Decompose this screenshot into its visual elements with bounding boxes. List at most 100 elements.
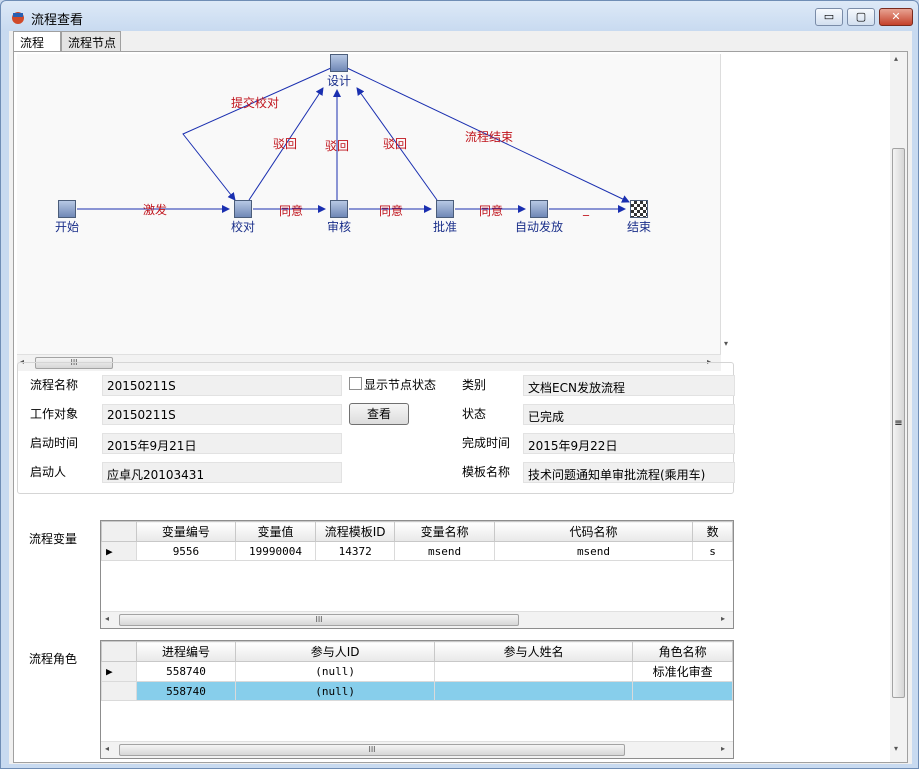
maximize-button[interactable]: ▢: [847, 8, 875, 26]
variables-label: 流程变量: [29, 532, 78, 546]
column-header[interactable]: 变量编号: [135, 521, 237, 542]
table-cell[interactable]: 14372: [314, 541, 396, 561]
scroll-left-arrow-icon[interactable]: ◂: [105, 614, 109, 623]
row-marker[interactable]: [101, 681, 137, 701]
tab-flow[interactable]: 流程: [13, 31, 61, 52]
node-start[interactable]: 开始: [37, 200, 97, 235]
title-bar[interactable]: 流程查看 ▭ ▢ ✕: [1, 1, 918, 31]
close-button[interactable]: ✕: [879, 8, 913, 26]
table-cell[interactable]: [433, 681, 634, 701]
variables-horizontal-scrollbar[interactable]: ◂ III ▸: [101, 611, 733, 628]
scroll-thumb[interactable]: III: [119, 744, 625, 756]
start-time-label: 启动时间: [30, 436, 79, 450]
flow-diagram: 开始 校对 设计 审核 批准 自动发放 结束 激发 同意 同意 同意 _ 提交校…: [17, 54, 721, 354]
state-label: 状态: [462, 407, 487, 421]
scroll-down-arrow-icon[interactable]: ▾: [894, 744, 898, 753]
show-status-checkbox[interactable]: [349, 377, 362, 390]
checkered-flag-icon: [630, 200, 648, 218]
app-icon: [12, 12, 24, 24]
node-review[interactable]: 审核: [309, 200, 369, 235]
table-cell[interactable]: (null): [235, 681, 435, 701]
scroll-right-arrow-icon[interactable]: ▸: [721, 744, 725, 753]
edge-label: 激发: [143, 203, 168, 217]
template-field[interactable]: 技术问题通知单审批流程(乘用车): [523, 462, 735, 483]
show-status-label[interactable]: 显示节点状态: [364, 376, 436, 393]
column-header[interactable]: 角色名称: [632, 641, 733, 662]
template-label: 模板名称: [462, 465, 511, 479]
scroll-thumb[interactable]: ≡: [892, 148, 905, 698]
roles-horizontal-scrollbar[interactable]: ◂ III ▸: [101, 741, 733, 758]
column-header[interactable]: 变量名称: [394, 521, 495, 542]
table-cell[interactable]: msend: [493, 541, 694, 561]
column-header[interactable]: 进程编号: [135, 641, 237, 662]
roles-label: 流程角色: [29, 652, 78, 666]
scroll-up-arrow-icon[interactable]: ▴: [894, 54, 898, 63]
row-marker[interactable]: ▶: [101, 541, 137, 561]
column-header[interactable]: 数: [692, 521, 733, 542]
row-header-corner: [101, 641, 137, 662]
row-header-corner: [101, 521, 137, 542]
document-icon: [530, 200, 548, 218]
node-label: 批准: [432, 220, 457, 234]
starter-field[interactable]: 应卓凡20103431: [102, 462, 342, 483]
node-check[interactable]: 校对: [213, 200, 273, 235]
edge-label: 同意: [479, 204, 504, 218]
minimize-button[interactable]: ▭: [815, 8, 843, 26]
roles-grid[interactable]: 进程编号 参与人ID 参与人姓名 角色名称 ▶ 558740 (null) 标准…: [100, 640, 734, 759]
table-cell[interactable]: 标准化审查: [632, 661, 733, 682]
scroll-thumb[interactable]: III: [119, 614, 519, 626]
start-time-field[interactable]: 2015年9月21日: [102, 433, 342, 454]
edge-label: 同意: [379, 204, 404, 218]
node-label: 自动发放: [514, 220, 563, 234]
node-approve[interactable]: 批准: [415, 200, 475, 235]
category-field[interactable]: 文档ECN发放流程: [523, 375, 735, 396]
edge-label: 提交校对: [231, 96, 280, 110]
category-label: 类别: [462, 378, 487, 392]
view-button[interactable]: 查看: [349, 403, 409, 425]
edge-label: 驳回: [273, 137, 298, 151]
node-design[interactable]: 设计: [309, 54, 369, 89]
table-row[interactable]: ▶ 558740 (null) 标准化审查: [101, 661, 733, 682]
table-cell[interactable]: (null): [235, 661, 435, 682]
table-cell[interactable]: s: [692, 541, 733, 561]
starter-label: 启动人: [30, 465, 67, 479]
finish-time-field[interactable]: 2015年9月22日: [523, 433, 735, 454]
flow-name-field[interactable]: 20150211S: [102, 375, 342, 396]
column-header[interactable]: 代码名称: [493, 521, 694, 542]
variables-grid[interactable]: 变量编号 变量值 流程模板ID 变量名称 代码名称 数 ▶ 9556 19990: [100, 520, 734, 629]
node-end[interactable]: 结束: [609, 200, 669, 235]
table-cell[interactable]: [632, 681, 733, 701]
table-cell[interactable]: msend: [394, 541, 495, 561]
column-header[interactable]: 变量值: [235, 521, 316, 542]
node-label: 审核: [326, 220, 351, 234]
scroll-left-arrow-icon[interactable]: ◂: [105, 744, 109, 753]
node-label: 开始: [54, 220, 79, 234]
edge-label: 驳回: [325, 139, 350, 153]
table-row[interactable]: ▶ 9556 19990004 14372 msend msend s: [101, 541, 733, 561]
table-cell[interactable]: 558740: [135, 661, 237, 682]
tab-flow-nodes[interactable]: 流程节点: [61, 31, 121, 51]
column-header[interactable]: 参与人姓名: [433, 641, 634, 662]
task-icon: [330, 200, 348, 218]
table-cell[interactable]: 558740: [135, 681, 237, 701]
node-label: 设计: [326, 74, 351, 88]
column-header[interactable]: 参与人ID: [235, 641, 435, 662]
column-header[interactable]: 流程模板ID: [314, 521, 396, 542]
finish-time-label: 完成时间: [462, 436, 511, 450]
node-autorelease[interactable]: 自动发放: [509, 200, 569, 235]
task-icon: [234, 200, 252, 218]
table-cell[interactable]: 19990004: [235, 541, 316, 561]
scroll-right-arrow-icon[interactable]: ▸: [721, 614, 725, 623]
table-cell[interactable]: 9556: [135, 541, 237, 561]
edge-label: 驳回: [383, 137, 408, 151]
edge-label: 流程结束: [465, 130, 514, 144]
state-field[interactable]: 已完成: [523, 404, 735, 425]
work-object-field[interactable]: 20150211S: [102, 404, 342, 425]
row-marker[interactable]: ▶: [101, 661, 137, 682]
scroll-down-arrow-icon[interactable]: ▾: [724, 339, 728, 348]
page-vertical-scrollbar[interactable]: ▴ ≡ ▾: [890, 52, 907, 762]
table-row-selected[interactable]: 558740 (null): [101, 681, 733, 701]
table-cell[interactable]: [433, 661, 634, 682]
task-icon: [436, 200, 454, 218]
tab-content: 开始 校对 设计 审核 批准 自动发放 结束 激发 同意 同意 同意 _ 提交校…: [13, 51, 908, 763]
